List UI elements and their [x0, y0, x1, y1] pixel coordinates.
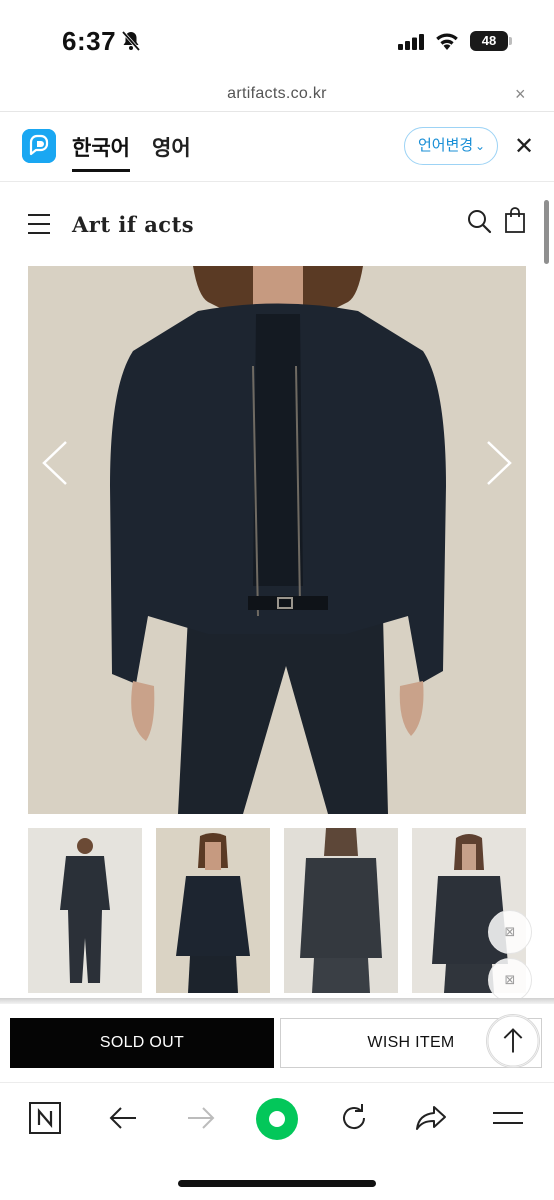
translate-bar: 한국어 영어 언어변경 ⌄ ✕: [0, 112, 554, 182]
share-icon[interactable]: [414, 1101, 448, 1135]
url-bar[interactable]: artifacts.co.kr ×: [0, 80, 554, 112]
bell-slash-icon: [121, 30, 141, 52]
floating-icon-1[interactable]: ⊠: [488, 910, 532, 954]
sold-out-button[interactable]: SOLD OUT: [10, 1018, 274, 1068]
status-bar: 6:37 48: [0, 0, 554, 80]
url-text[interactable]: artifacts.co.kr: [0, 85, 554, 103]
close-translate-icon[interactable]: ✕: [514, 132, 534, 161]
product-photo: [28, 266, 526, 814]
thumbnail-2[interactable]: [156, 828, 270, 993]
green-home-icon[interactable]: [255, 1097, 299, 1141]
action-bar: SOLD OUT WISH ITEM: [0, 1004, 554, 1082]
search-icon[interactable]: [466, 208, 492, 234]
battery-tip: [509, 37, 512, 45]
thumbnail-photo: [28, 828, 142, 993]
cellular-signal-icon: [398, 34, 424, 50]
thumbnail-3[interactable]: [284, 828, 398, 993]
shopping-bag-icon[interactable]: [504, 206, 526, 234]
menu-icon[interactable]: [491, 1101, 525, 1135]
arrow-up-icon[interactable]: [486, 1014, 540, 1068]
chevron-right-icon[interactable]: [484, 438, 514, 488]
change-language-button[interactable]: 언어변경 ⌄: [404, 127, 498, 165]
thumbnail-1[interactable]: [28, 828, 142, 993]
naver-n-icon[interactable]: [28, 1101, 62, 1135]
papago-icon[interactable]: [22, 129, 56, 163]
change-language-label: 언어변경: [418, 137, 474, 154]
tab-source-language[interactable]: 한국어: [72, 132, 130, 162]
status-time: 6:37: [62, 26, 117, 56]
back-arrow-icon[interactable]: [106, 1101, 140, 1135]
chevron-left-icon[interactable]: [40, 438, 70, 488]
close-icon[interactable]: ×: [515, 84, 526, 105]
menu-icon[interactable]: [28, 214, 50, 234]
home-indicator: [178, 1180, 376, 1187]
forward-arrow-icon[interactable]: [184, 1101, 218, 1135]
thumbnail-photo: [284, 828, 398, 993]
product-main-image[interactable]: [28, 266, 526, 814]
thumbnail-photo: [156, 828, 270, 993]
wifi-icon: [436, 33, 458, 50]
site-logo[interactable]: Art if acts: [72, 212, 194, 237]
active-tab-underline: [72, 169, 130, 172]
battery-icon: 48: [470, 31, 508, 51]
site-header: Art if acts: [0, 182, 554, 266]
chevron-down-icon: ⌄: [474, 139, 485, 153]
tab-target-language[interactable]: 영어: [152, 132, 191, 162]
floating-icon-2[interactable]: ⊠: [488, 958, 532, 1002]
page-scrollbar[interactable]: [544, 200, 549, 264]
refresh-icon[interactable]: [337, 1101, 371, 1135]
